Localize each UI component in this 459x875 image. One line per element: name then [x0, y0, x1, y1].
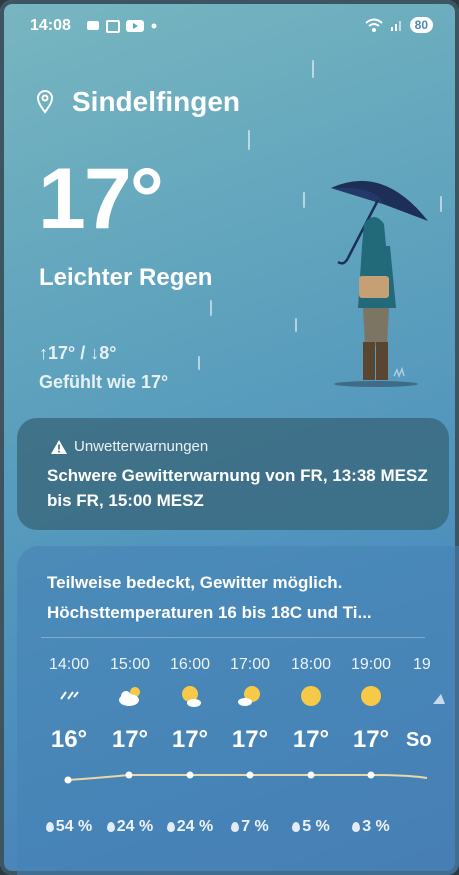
hour-temperature: 17°: [231, 726, 269, 753]
hour-precipitation: 54 %: [39, 818, 99, 836]
trend-point: [125, 771, 133, 779]
droplet-icon: [45, 821, 54, 832]
trend-point: [186, 771, 194, 779]
droplet-icon: [292, 821, 301, 832]
location-header[interactable]: Sindelfingen: [36, 86, 240, 118]
trend-point: [367, 771, 375, 779]
hour-item[interactable]: 19 So: [401, 646, 459, 846]
wifi-icon: [364, 18, 383, 32]
hour-temperature: 17°: [111, 726, 149, 753]
warning-icon: [51, 439, 67, 454]
hour-precipitation: 7 %: [220, 818, 280, 836]
trend-point: [64, 776, 72, 784]
droplet-icon: [106, 821, 115, 832]
hour-time: 18:00: [290, 656, 332, 673]
forecast-summary-line: Höchsttemperaturen 16 bis 18C und Ti...: [47, 603, 372, 622]
divider: [41, 637, 425, 638]
notification-icons: [86, 19, 158, 33]
rain-streak: [295, 318, 297, 332]
status-time: 14:08: [30, 17, 71, 34]
precip-value: 5 %: [302, 818, 330, 835]
sun-cloud-icon: [238, 686, 260, 706]
high-low-temperature: ↑17° / ↓8°: [39, 343, 117, 363]
hour-temperature: 17°: [292, 726, 330, 753]
precip-value: 54 %: [55, 818, 93, 835]
hour-time: 14:00: [48, 656, 90, 673]
sun-icon: [301, 686, 321, 706]
trend-point: [246, 771, 254, 779]
hour-time: 16:00: [169, 656, 211, 673]
hour-precipitation: 24 %: [160, 818, 220, 836]
battery-indicator: 80: [409, 17, 433, 33]
rain-streak: [248, 130, 250, 150]
app-notification-icon: [87, 21, 99, 30]
sun-cloud-icon: [182, 686, 201, 707]
alert-message: Schwere Gewitterwarnung von FR, 13:38 ME…: [47, 466, 428, 510]
location-pin-icon: [36, 90, 54, 114]
rain-streak: [312, 60, 314, 78]
droplet-icon: [231, 821, 240, 832]
hour-temperature: 17°: [352, 726, 390, 753]
hour-time: 19:00: [350, 656, 392, 673]
signal-icon: [390, 21, 401, 31]
rain-streak: [440, 196, 442, 212]
alert-header: Unwetterwarnungen: [51, 438, 208, 455]
system-icons: 80: [364, 17, 433, 33]
feels-like-temperature: Gefühlt wie 17°: [39, 372, 169, 392]
forecast-summary-line: Teilweise bedeckt, Gewitter möglich.: [47, 573, 343, 592]
status-bar: 14:08 80: [30, 14, 433, 40]
droplet-icon: [352, 821, 361, 832]
sun-icon: [361, 686, 381, 706]
city-name: Sindelfingen: [72, 86, 240, 117]
hour-temperature: 17°: [171, 726, 209, 753]
umbrella-person-illustration: [331, 180, 428, 387]
cloud-sun-icon: [119, 687, 140, 706]
hourly-forecast-card[interactable]: Teilweise bedeckt, Gewitter möglich. Höc…: [17, 546, 459, 875]
forecast-summary: Teilweise bedeckt, Gewitter möglich. Höc…: [47, 568, 447, 628]
calendar-icon: [106, 20, 120, 33]
current-temperature: 17°: [38, 151, 164, 247]
weather-alert-card[interactable]: Unwetterwarnungen Schwere Gewitterwarnun…: [17, 418, 449, 530]
current-condition: Leichter Regen: [39, 264, 213, 291]
rain-streak: [303, 192, 305, 208]
precip-value: 24 %: [116, 818, 154, 835]
youtube-icon: [126, 20, 144, 32]
more-dot-icon: [151, 23, 157, 29]
precip-value: 24 %: [176, 818, 214, 835]
hour-time: 15:00: [109, 656, 151, 673]
alert-title: Unwetterwarnungen: [74, 438, 209, 455]
trend-point: [307, 771, 315, 779]
rain-streak: [198, 356, 200, 370]
hour-time: 19: [413, 656, 431, 673]
hour-temperature: So: [406, 729, 432, 751]
precip-value: 3 %: [362, 818, 390, 835]
weather-app-screen: 14:08 80 Sindelfingen 17° Leichter Regen…: [0, 0, 459, 875]
hour-precipitation: 5 %: [281, 818, 341, 836]
rain-streak: [210, 300, 212, 316]
sunset-icon: [433, 694, 445, 704]
droplet-icon: [166, 821, 175, 832]
rain-icon: [60, 691, 79, 700]
hourly-list[interactable]: 14:00 16° 54 % 15:00 17° 24 % 16:00 17° …: [17, 646, 459, 846]
hour-precipitation: 3 %: [341, 818, 401, 836]
hour-temperature: 16°: [50, 726, 88, 753]
hour-time: 17:00: [229, 656, 271, 673]
precip-value: 7 %: [241, 818, 269, 835]
hour-precipitation: 24 %: [100, 818, 160, 836]
